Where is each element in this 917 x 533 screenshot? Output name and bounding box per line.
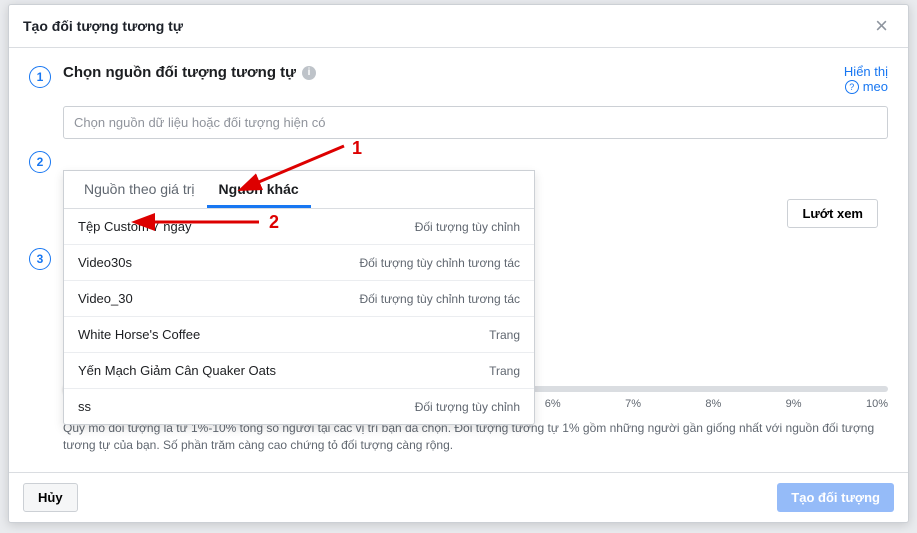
modal-footer: Hủy Tạo đối tượng bbox=[9, 472, 908, 522]
option-type: Đối tượng tùy chỉnh bbox=[415, 220, 520, 234]
tab-value-based[interactable]: Nguồn theo giá trị bbox=[72, 171, 207, 208]
show-tips-line2: meo bbox=[863, 79, 888, 94]
step-1-title: Chọn nguồn đối tượng tương tự i bbox=[63, 64, 316, 81]
source-input[interactable] bbox=[63, 106, 888, 139]
option-name: Video_30 bbox=[78, 291, 133, 306]
tick: 8% bbox=[705, 398, 721, 410]
option-type: Đối tượng tùy chỉnh tương tác bbox=[359, 292, 520, 306]
source-dropdown: Nguồn theo giá trị Nguồn khác Tệp Custom… bbox=[63, 170, 535, 425]
create-audience-button[interactable]: Tạo đối tượng bbox=[777, 483, 894, 512]
step-badge-2: 2 bbox=[29, 151, 51, 173]
option-name: Yến Mạch Giảm Cân Quaker Oats bbox=[78, 363, 276, 378]
option-type: Trang bbox=[489, 328, 520, 342]
list-item[interactable]: Video_30 Đối tượng tùy chỉnh tương tác bbox=[64, 281, 534, 317]
tick: 7% bbox=[625, 398, 641, 410]
cancel-button[interactable]: Hủy bbox=[23, 483, 78, 512]
step-1-row: 1 Chọn nguồn đối tượng tương tự i Hiển t… bbox=[29, 64, 888, 94]
show-tips-link[interactable]: Hiển thị ? meo bbox=[844, 64, 888, 94]
option-type: Đối tượng tùy chỉnh tương tác bbox=[359, 256, 520, 270]
source-tabs: Nguồn theo giá trị Nguồn khác bbox=[64, 171, 534, 209]
create-lookalike-modal: Tạo đối tượng tương tự × 1 Chọn nguồn đố… bbox=[8, 4, 909, 523]
tick: 10% bbox=[866, 398, 888, 410]
info-icon[interactable]: i bbox=[302, 66, 316, 80]
option-type: Trang bbox=[489, 364, 520, 378]
option-name: ss bbox=[78, 399, 91, 414]
option-name: White Horse's Coffee bbox=[78, 327, 200, 342]
tick: 6% bbox=[545, 398, 561, 410]
step-1-title-text: Chọn nguồn đối tượng tương tự bbox=[63, 64, 296, 81]
show-tips-line1: Hiển thị bbox=[844, 64, 888, 79]
modal-header: Tạo đối tượng tương tự × bbox=[9, 5, 908, 48]
browse-button[interactable]: Lướt xem bbox=[787, 199, 878, 228]
slider-description: Quy mô đối tượng là từ 1%-10% tổng số ng… bbox=[63, 420, 888, 455]
modal-title: Tạo đối tượng tương tự bbox=[23, 18, 183, 34]
tab-other-sources[interactable]: Nguồn khác bbox=[207, 171, 311, 208]
modal-body: 1 Chọn nguồn đối tượng tương tự i Hiển t… bbox=[9, 48, 908, 472]
option-name: Tệp Custom 7 ngày bbox=[78, 219, 191, 234]
tick: 9% bbox=[786, 398, 802, 410]
list-item[interactable]: Yến Mạch Giảm Cân Quaker Oats Trang bbox=[64, 353, 534, 389]
step-badge-1: 1 bbox=[29, 66, 51, 88]
step-badge-3: 3 bbox=[29, 248, 51, 270]
close-icon[interactable]: × bbox=[869, 15, 894, 37]
list-item[interactable]: Video30s Đối tượng tùy chỉnh tương tác bbox=[64, 245, 534, 281]
option-name: Video30s bbox=[78, 255, 132, 270]
help-icon: ? bbox=[845, 80, 859, 94]
list-item[interactable]: Tệp Custom 7 ngày Đối tượng tùy chỉnh bbox=[64, 209, 534, 245]
list-item[interactable]: White Horse's Coffee Trang bbox=[64, 317, 534, 353]
list-item[interactable]: ss Đối tượng tùy chỉnh bbox=[64, 389, 534, 424]
source-options-list: Tệp Custom 7 ngày Đối tượng tùy chỉnh Vi… bbox=[64, 209, 534, 424]
option-type: Đối tượng tùy chỉnh bbox=[415, 400, 520, 414]
